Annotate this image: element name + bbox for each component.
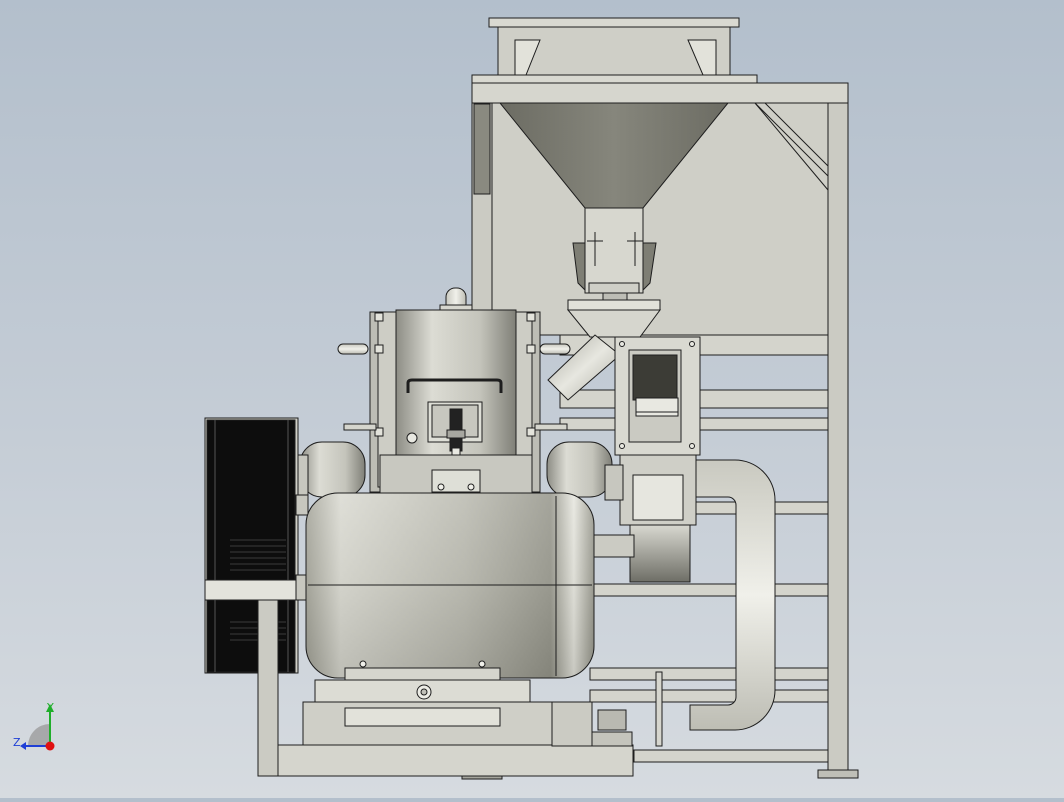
bearing-housing-left: [297, 441, 366, 498]
bearing-housing-right: [546, 441, 624, 501]
crusher-top-inlet: [439, 287, 473, 314]
z-axis-label: Z: [13, 736, 21, 749]
crusher-housing: [369, 309, 541, 496]
electric-motor: [305, 492, 595, 681]
belt-pulley: [204, 417, 309, 674]
cad-viewport[interactable]: Y Z: [0, 0, 1064, 798]
machine-drawing: Y Z: [13, 17, 859, 780]
y-axis-label: Y: [46, 701, 54, 714]
top-feed-box: [471, 17, 758, 84]
